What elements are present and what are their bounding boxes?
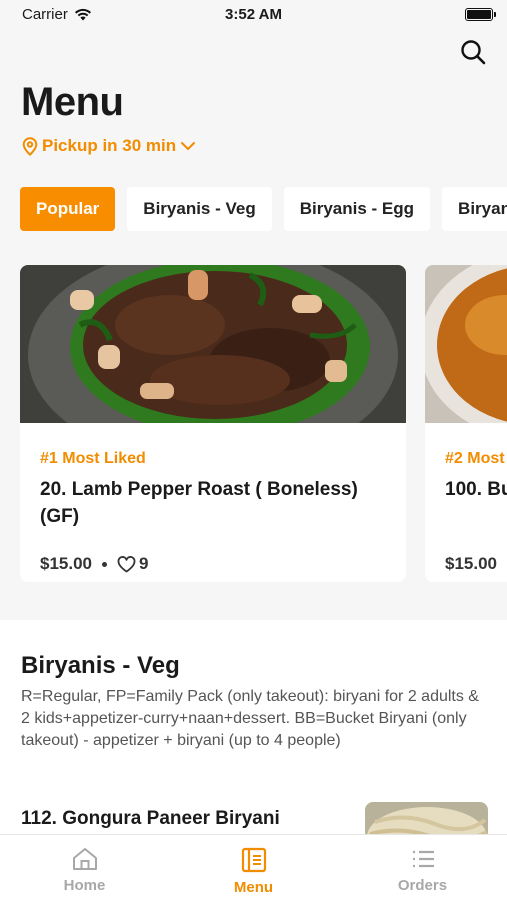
category-tab-biryanis-veg[interactable]: Biryanis - Veg: [127, 187, 272, 231]
tab-menu[interactable]: Menu: [169, 835, 338, 900]
menu-item-name[interactable]: 112. Gongura Paneer Biryani: [21, 808, 280, 830]
tab-orders[interactable]: Orders: [338, 835, 507, 900]
section-description: R=Regular, FP=Family Pack (only takeout)…: [21, 688, 479, 749]
status-bar: Carrier 3:52 AM: [0, 0, 507, 28]
card-price: $15.00: [445, 554, 497, 573]
separator-dot: [102, 561, 107, 567]
search-icon: [461, 40, 486, 65]
category-tab-popular[interactable]: Popular: [20, 187, 116, 231]
category-tab-biryanis[interactable]: Biryanis: [442, 187, 507, 231]
bottom-tab-bar: Home Menu Orders: [0, 834, 507, 900]
tab-home-label: Home: [63, 877, 106, 894]
card-rank: #2 Most: [445, 450, 505, 467]
wifi-icon: [74, 8, 91, 20]
category-tabs: Popular Biryanis - Veg Biryanis - Egg Bi…: [20, 187, 507, 231]
pickup-selector[interactable]: Pickup in 30 min: [22, 136, 196, 156]
carrier-label: Carrier: [22, 5, 68, 23]
featured-card[interactable]: #1 Most Liked 20. Lamb Pepper Roast ( Bo…: [20, 265, 406, 582]
featured-card[interactable]: #2 Most 100. Bu $15.00: [425, 265, 507, 582]
tab-home[interactable]: Home: [0, 835, 169, 900]
battery-icon: [465, 7, 496, 21]
dish-photo: [425, 265, 507, 438]
chevron-down-icon: [181, 142, 196, 150]
section-title: Biryanis - Veg: [21, 652, 180, 679]
card-rank: #1 Most Liked: [40, 450, 146, 467]
location-pin-icon: [22, 136, 38, 156]
dish-photo: [20, 265, 406, 465]
tab-menu-label: Menu: [233, 879, 274, 896]
search-button[interactable]: [457, 36, 489, 68]
pickup-label: Pickup in 30 min: [42, 136, 177, 155]
list-icon: [412, 850, 434, 868]
card-price: $15.00: [40, 554, 92, 573]
card-title: 20. Lamb Pepper Roast ( Boneless) (GF): [40, 479, 358, 527]
home-icon: [72, 848, 97, 870]
tab-orders-label: Orders: [397, 877, 448, 894]
featured-carousel: #1 Most Liked 20. Lamb Pepper Roast ( Bo…: [20, 265, 507, 585]
card-title: 100. Bu: [445, 479, 507, 500]
menu-book-icon: [241, 847, 266, 873]
card-likes: 9: [139, 554, 149, 573]
page-title: Menu: [21, 80, 124, 124]
heart-icon[interactable]: [117, 555, 136, 573]
category-tab-biryanis-egg[interactable]: Biryanis - Egg: [283, 187, 431, 231]
